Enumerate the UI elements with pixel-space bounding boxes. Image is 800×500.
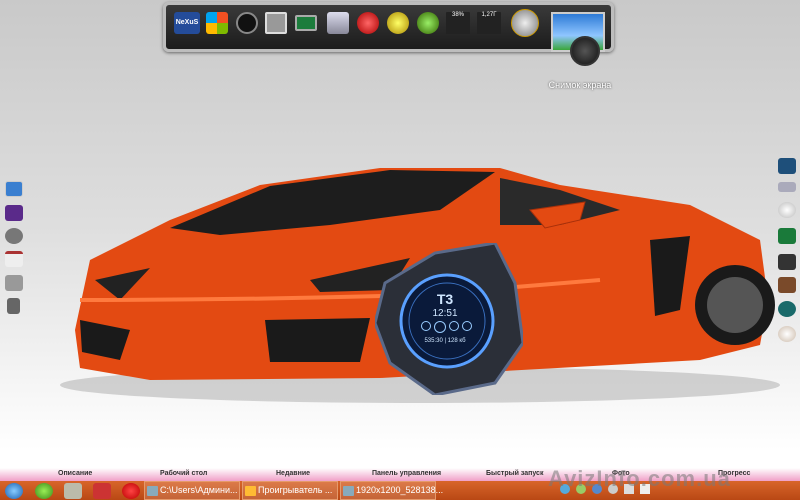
opera-icon[interactable] (122, 483, 140, 499)
left-sidebar (2, 175, 26, 320)
task-label: C:\Users\Админи... (160, 485, 238, 495)
widget-logo: T3 (436, 291, 454, 307)
globe-internet-icon[interactable] (511, 9, 539, 37)
recycle-bin-icon[interactable] (327, 12, 349, 34)
cd-disc-icon[interactable] (778, 202, 796, 218)
utorrent-icon[interactable] (35, 483, 53, 499)
start-button[interactable] (5, 483, 23, 499)
widget-time: 12:51 (432, 308, 458, 319)
next-button[interactable] (462, 321, 472, 331)
home-icon[interactable] (5, 251, 23, 267)
task-image[interactable]: 1920x1200_528138... (340, 481, 443, 500)
cpu-meter-icon[interactable]: 38% (446, 12, 470, 34)
power-red-icon[interactable] (357, 12, 379, 34)
photo-viewer-icon[interactable] (265, 12, 287, 34)
app-icon[interactable] (64, 483, 82, 499)
section-label: Панель управления (372, 470, 442, 477)
widget-frame (375, 243, 523, 395)
previous-button[interactable] (449, 321, 459, 331)
camera-icon (570, 36, 600, 66)
network-meter-icon[interactable]: 1,27Г (477, 12, 501, 34)
top-dock: NeXuS 38% 1,27Г (163, 2, 614, 52)
task-label: 1920x1200_528138... (356, 485, 444, 495)
stop-button[interactable] (421, 321, 431, 331)
screenshot-label: Снимок экрана (548, 80, 612, 90)
task-explorer[interactable]: C:\Users\Админи... (144, 481, 240, 500)
gamepad-icon[interactable] (778, 182, 796, 192)
video-icon[interactable] (778, 254, 796, 270)
image-gallery-icon[interactable] (5, 205, 23, 221)
playback-controls (421, 321, 472, 333)
media-player-widget[interactable]: T3 12:51 535:30 | 128 кб (375, 243, 523, 395)
media-gallery-icon[interactable] (778, 228, 796, 244)
monitor-icon[interactable] (295, 15, 317, 31)
clock-icon[interactable] (236, 12, 258, 34)
dvd-icon[interactable] (778, 326, 796, 342)
app-icon[interactable] (778, 158, 796, 174)
section-label: Недавние (276, 470, 311, 477)
right-sidebar (774, 152, 800, 352)
power-yellow-icon[interactable] (387, 12, 409, 34)
trash-icon[interactable] (7, 298, 20, 314)
media-player-icon[interactable] (778, 301, 796, 317)
monitor-icon[interactable] (5, 181, 23, 197)
folder-icon (147, 486, 158, 496)
photos-icon[interactable] (778, 277, 796, 293)
image-icon (343, 486, 354, 496)
acrobat-icon[interactable] (93, 483, 111, 499)
section-label: Быстрый запуск (486, 470, 544, 477)
nexus-logo-icon[interactable]: NeXuS (174, 12, 200, 34)
widget-status: 535:30 | 128 кб (424, 338, 466, 344)
task-media-player[interactable]: Проигрыватель ... (242, 481, 338, 500)
pause-button[interactable] (434, 321, 446, 333)
task-label: Проигрыватель ... (258, 485, 333, 495)
player-icon (245, 486, 256, 496)
watermark: AvizInfo.com.ua (548, 466, 731, 491)
section-label: Описание (58, 470, 93, 477)
section-label: Рабочий стол (160, 470, 208, 477)
power-green-icon[interactable] (417, 12, 439, 34)
settings-icon[interactable] (5, 228, 23, 244)
calculator-icon[interactable] (5, 275, 23, 291)
windows-flag-icon[interactable] (206, 12, 228, 34)
